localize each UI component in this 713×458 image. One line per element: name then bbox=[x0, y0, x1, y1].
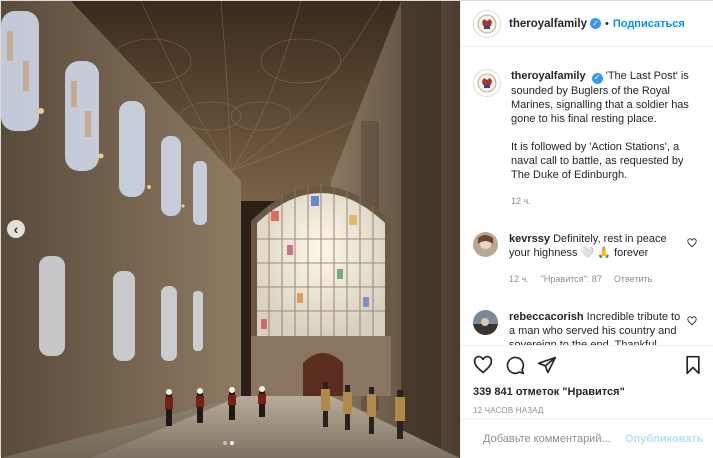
separator-dot: • bbox=[604, 17, 609, 30]
carousel-previous-button[interactable]: ‹ bbox=[7, 220, 25, 238]
user-photo-icon bbox=[473, 309, 498, 335]
post-side-panel: theroyalfamily ✓ • Подписаться theroyalf… bbox=[460, 1, 713, 458]
comment-username[interactable]: rebeccacorish bbox=[509, 311, 584, 323]
user-photo-icon bbox=[473, 231, 498, 257]
post-header: theroyalfamily ✓ • Подписаться bbox=[461, 1, 713, 47]
add-comment-bar: Опубликовать bbox=[461, 419, 713, 458]
comment-likes[interactable]: "Нравится": 87 bbox=[541, 272, 602, 286]
verified-badge-icon: ✓ bbox=[591, 72, 603, 84]
instagram-post: ‹ theroyalfamily ✓ • Подписаться theroya… bbox=[0, 0, 713, 458]
comment: rebeccacorish Incredible tribute to a ma… bbox=[473, 309, 703, 345]
carousel-dot-2 bbox=[230, 441, 234, 445]
comment: kevrssy Definitely, rest in peace your h… bbox=[473, 231, 703, 286]
like-comment-heart-icon[interactable] bbox=[687, 315, 697, 326]
caption-time[interactable]: 12 ч. bbox=[511, 194, 703, 208]
comment-input[interactable] bbox=[483, 433, 625, 445]
royal-crest-icon bbox=[477, 73, 497, 93]
comment-avatar[interactable] bbox=[473, 309, 498, 335]
comment-avatar[interactable] bbox=[473, 231, 498, 257]
caption-text-2: It is followed by 'Action Stations', a n… bbox=[511, 140, 684, 181]
post-timestamp[interactable]: 12 ЧАСОВ НАЗАД bbox=[473, 406, 703, 415]
comments-area[interactable]: theroyalfamily ✓ 'The Last Post' is soun… bbox=[461, 47, 713, 345]
verified-badge-icon: ✓ bbox=[589, 18, 601, 29]
caption-avatar[interactable] bbox=[473, 69, 501, 97]
like-count[interactable]: 339 841 отметок "Нравится" bbox=[473, 386, 703, 398]
carousel-dot-1 bbox=[223, 441, 227, 445]
share-paper-plane-icon[interactable] bbox=[537, 355, 557, 375]
follow-button[interactable]: Подписаться bbox=[613, 18, 685, 30]
comment-bubble-icon[interactable] bbox=[505, 355, 525, 375]
royal-crest-icon bbox=[477, 14, 497, 33]
comment-username[interactable]: kevrssy bbox=[509, 233, 550, 245]
publish-button[interactable]: Опубликовать bbox=[625, 433, 704, 445]
avatar[interactable] bbox=[473, 9, 501, 38]
post-actions: 339 841 отметок "Нравится" 12 ЧАСОВ НАЗА… bbox=[461, 345, 713, 415]
carousel-indicator bbox=[223, 441, 234, 445]
comment-time[interactable]: 12 ч. bbox=[509, 272, 529, 286]
caption-username[interactable]: theroyalfamily bbox=[511, 70, 586, 82]
caption: theroyalfamily ✓ 'The Last Post' is soun… bbox=[473, 69, 703, 208]
reply-button[interactable]: Ответить bbox=[614, 272, 652, 286]
header-username[interactable]: theroyalfamily bbox=[509, 18, 587, 30]
like-comment-heart-icon[interactable] bbox=[687, 237, 697, 248]
chapel-interior-image bbox=[1, 1, 460, 458]
post-photo[interactable]: ‹ bbox=[1, 1, 460, 458]
bookmark-icon[interactable] bbox=[683, 355, 703, 375]
like-heart-icon[interactable] bbox=[473, 355, 493, 375]
